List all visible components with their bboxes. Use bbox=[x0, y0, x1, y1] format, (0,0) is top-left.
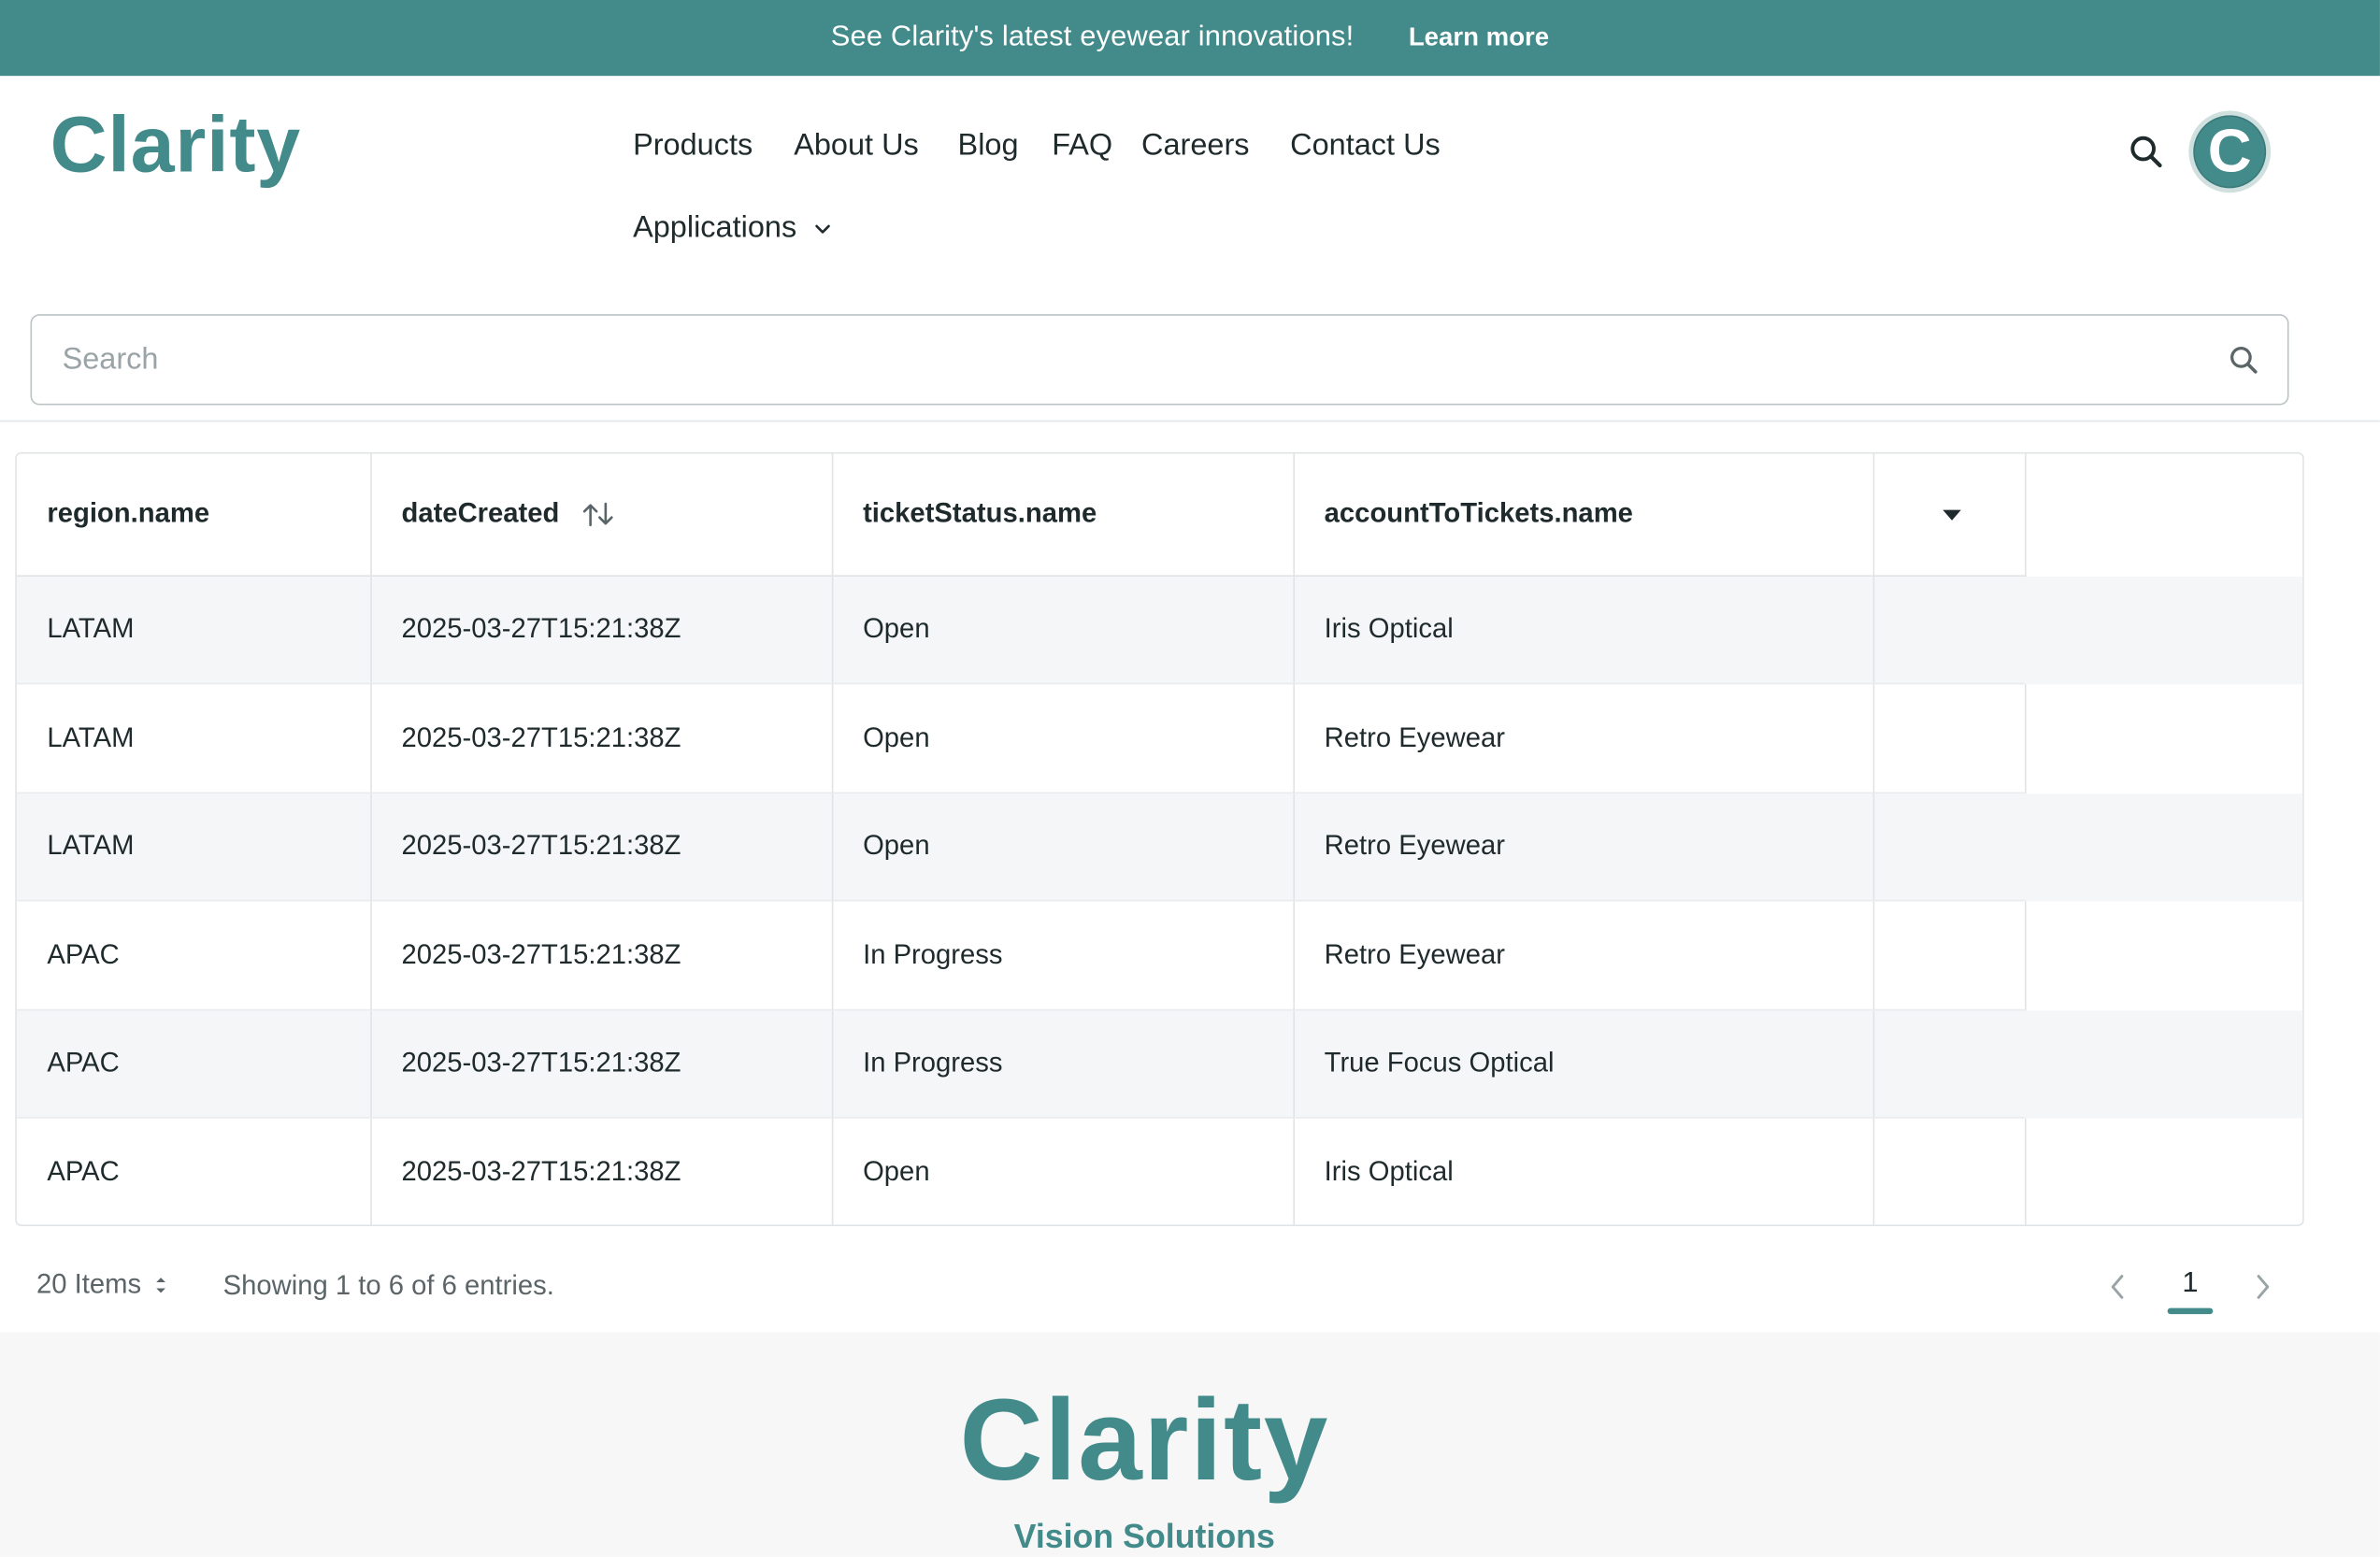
page-root: See Clarity's latest eyewear innovations… bbox=[0, 0, 2380, 1557]
search-input[interactable] bbox=[32, 315, 2287, 404]
chevron-down-icon bbox=[814, 223, 830, 233]
cell-date-created: 2025-03-27T15:21:38Z bbox=[370, 1117, 833, 1225]
table-row[interactable]: LATAM 2025-03-27T15:21:38Z Open Iris Opt… bbox=[16, 575, 2026, 685]
site-footer: Clarity Vision Solutions bbox=[0, 1332, 2380, 1557]
cell-date-created: 2025-03-27T15:21:38Z bbox=[370, 900, 833, 1010]
nav-about-us[interactable]: About Us bbox=[794, 129, 919, 164]
cell-region: APAC bbox=[16, 900, 371, 1010]
header-divider bbox=[0, 420, 2380, 422]
table-row[interactable]: APAC 2025-03-27T15:21:38Z In Progress Tr… bbox=[16, 1008, 2026, 1119]
nav-careers[interactable]: Careers bbox=[1141, 129, 1250, 164]
active-page-indicator bbox=[2167, 1307, 2214, 1315]
table-row[interactable]: LATAM 2025-03-27T15:21:38Z Open Retro Ey… bbox=[16, 792, 2026, 902]
cell-ticket-status: Open bbox=[831, 1117, 1295, 1225]
cell-region: LATAM bbox=[16, 575, 371, 685]
footer-tagline: Vision Solutions bbox=[1013, 1517, 1275, 1556]
column-header-date-created[interactable]: dateCreated bbox=[370, 453, 833, 577]
row-stripe bbox=[2025, 1010, 2303, 1119]
cell-region: LATAM bbox=[16, 792, 371, 902]
column-header-region[interactable]: region.name bbox=[16, 453, 371, 577]
caret-down-icon[interactable] bbox=[1941, 507, 1962, 522]
cell-actions bbox=[1872, 1008, 2026, 1119]
cell-region: APAC bbox=[16, 1008, 371, 1119]
column-header-account[interactable]: accountToTickets.name bbox=[1293, 453, 1874, 577]
user-avatar[interactable]: C bbox=[2188, 110, 2272, 193]
entries-summary: Showing 1 to 6 of 6 entries. bbox=[222, 1270, 554, 1301]
learn-more-link[interactable]: Learn more bbox=[1409, 22, 1549, 52]
announcement-bar: See Clarity's latest eyewear innovations… bbox=[0, 0, 2380, 77]
search-field bbox=[30, 314, 2289, 406]
data-table: region.name dateCreated ticketStatus.nam… bbox=[16, 453, 2026, 1225]
nav-applications-dropdown[interactable]: Applications bbox=[633, 211, 833, 246]
table-row[interactable]: LATAM 2025-03-27T15:21:38Z Open Retro Ey… bbox=[16, 683, 2026, 793]
cell-actions bbox=[1872, 683, 2026, 793]
cell-account: Retro Eyewear bbox=[1293, 683, 1874, 793]
search-icon[interactable] bbox=[2125, 131, 2167, 173]
cell-ticket-status: In Progress bbox=[831, 1008, 1295, 1119]
cell-actions bbox=[1872, 1117, 2026, 1225]
column-header-label: region.name bbox=[47, 497, 210, 529]
chevron-right-icon[interactable] bbox=[2253, 1272, 2274, 1302]
cell-ticket-status: Open bbox=[831, 683, 1295, 793]
cell-account: Iris Optical bbox=[1293, 575, 1874, 685]
tickets-table: region.name dateCreated ticketStatus.nam… bbox=[15, 451, 2304, 1226]
nav-faq[interactable]: FAQ bbox=[1052, 129, 1112, 164]
cell-ticket-status: Open bbox=[831, 575, 1295, 685]
footer-logo[interactable]: Clarity bbox=[0, 1375, 2289, 1507]
cell-account: True Focus Optical bbox=[1293, 1008, 1874, 1119]
sort-icon[interactable] bbox=[580, 500, 616, 530]
page-1-button[interactable]: 1 bbox=[2168, 1267, 2214, 1301]
items-per-page-select[interactable]: 20 Items bbox=[36, 1268, 168, 1300]
cell-date-created: 2025-03-27T15:21:38Z bbox=[370, 1008, 833, 1119]
site-logo[interactable]: Clarity bbox=[50, 100, 301, 191]
column-header-label: ticketStatus.name bbox=[863, 497, 1097, 529]
cell-account: Iris Optical bbox=[1293, 1117, 1874, 1225]
cell-date-created: 2025-03-27T15:21:38Z bbox=[370, 683, 833, 793]
table-header-row: region.name dateCreated ticketStatus.nam… bbox=[16, 453, 2026, 577]
cell-account: Retro Eyewear bbox=[1293, 792, 1874, 902]
row-stripe bbox=[2025, 577, 2303, 685]
nav-contact-us[interactable]: Contact Us bbox=[1290, 129, 1441, 164]
chevron-left-icon[interactable] bbox=[2107, 1272, 2129, 1302]
cell-actions bbox=[1872, 900, 2026, 1010]
cell-region: APAC bbox=[16, 1117, 371, 1225]
column-options[interactable] bbox=[1872, 453, 2026, 577]
cell-region: LATAM bbox=[16, 683, 371, 793]
search-icon[interactable] bbox=[2227, 343, 2260, 377]
cell-ticket-status: In Progress bbox=[831, 900, 1295, 1010]
cell-date-created: 2025-03-27T15:21:38Z bbox=[370, 575, 833, 685]
cell-ticket-status: Open bbox=[831, 792, 1295, 902]
table-row[interactable]: APAC 2025-03-27T15:21:38Z Open Iris Opti… bbox=[16, 1117, 2026, 1225]
items-per-page-value: 20 Items bbox=[36, 1268, 142, 1299]
column-header-label: dateCreated bbox=[401, 497, 560, 529]
cell-actions bbox=[1872, 575, 2026, 685]
cell-account: Retro Eyewear bbox=[1293, 900, 1874, 1010]
column-header-label: accountToTickets.name bbox=[1324, 497, 1633, 529]
table-row[interactable]: APAC 2025-03-27T15:21:38Z In Progress Re… bbox=[16, 900, 2026, 1010]
announcement-message: See Clarity's latest eyewear innovations… bbox=[830, 21, 1355, 53]
cell-actions bbox=[1872, 792, 2026, 902]
avatar-letter: C bbox=[2207, 117, 2252, 185]
column-header-ticket-status[interactable]: ticketStatus.name bbox=[831, 453, 1295, 577]
nav-blog[interactable]: Blog bbox=[958, 129, 1019, 164]
nav-applications-label: Applications bbox=[633, 210, 797, 245]
sort-arrows-icon bbox=[156, 1277, 166, 1293]
nav-products[interactable]: Products bbox=[633, 129, 753, 164]
cell-date-created: 2025-03-27T15:21:38Z bbox=[370, 792, 833, 902]
row-stripe bbox=[2025, 793, 2303, 902]
